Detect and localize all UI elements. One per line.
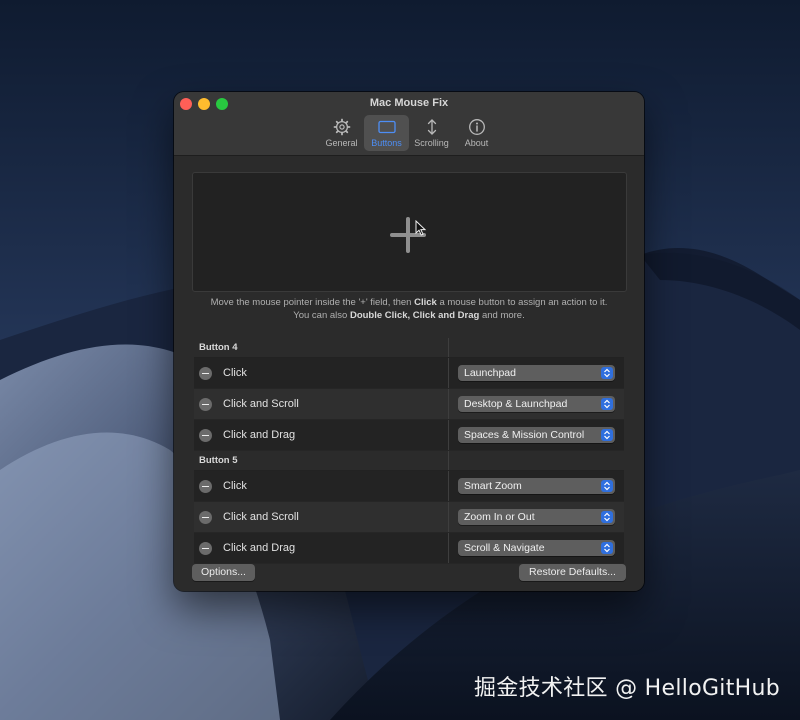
action-popup[interactable]: Launchpad [458,365,615,381]
table-row: Click and Scroll Zoom In or Out [194,502,624,533]
window-toolbar: Mac Mouse Fix General Buttons Scrolling … [174,92,644,156]
gear-icon [333,118,350,136]
options-button[interactable]: Options... [192,564,255,581]
action-popup[interactable]: Smart Zoom [458,478,615,494]
scroll-arrows-icon [427,119,436,135]
remove-icon[interactable] [199,428,212,442]
remove-icon[interactable] [199,479,212,493]
chevron-updown-icon [601,367,613,379]
chevron-updown-icon [601,542,613,554]
tab-buttons[interactable]: Buttons [364,115,409,151]
trigger-label: Click and Drag [223,542,296,554]
tab-label: About [464,138,489,148]
remove-icon[interactable] [199,541,212,555]
restore-defaults-button[interactable]: Restore Defaults... [519,564,626,581]
buttons-pane: Move the mouse pointer inside the '+' fi… [174,156,644,591]
remove-icon[interactable] [199,366,212,380]
action-popup[interactable]: Spaces & Mission Control [458,427,615,443]
group-header: Button 4 [194,338,624,358]
instructions-text: Move the mouse pointer inside the '+' fi… [210,297,608,321]
app-window: Mac Mouse Fix General Buttons Scrolling … [174,92,644,591]
tab-scrolling[interactable]: Scrolling [409,115,454,151]
chevron-updown-icon [601,398,613,410]
trigger-label: Click [223,367,247,379]
tab-label: Scrolling [414,138,449,148]
tab-general[interactable]: General [319,115,364,151]
action-popup[interactable]: Scroll & Navigate [458,540,615,556]
chevron-updown-icon [601,480,613,492]
table-row: Click and Drag Spaces & Mission Control [194,420,624,451]
action-popup[interactable]: Desktop & Launchpad [458,396,615,412]
table-row: Click Launchpad [194,358,624,389]
table-row: Click Smart Zoom [194,471,624,502]
info-icon [468,119,485,135]
window-title: Mac Mouse Fix [369,97,449,109]
group-header: Button 5 [194,451,624,471]
mouse-pointer-icon [415,220,427,236]
table-row: Click and Drag Scroll & Navigate [194,533,624,564]
preference-tabs: General Buttons Scrolling About [319,115,499,151]
tab-label: Buttons [371,138,402,148]
chevron-updown-icon [601,429,613,441]
trigger-label: Click and Scroll [223,511,299,523]
trigger-label: Click [223,480,247,492]
mouse-icon [377,120,396,134]
trigger-label: Click and Scroll [223,398,299,410]
button-actions-table: Button 4 Click Launchpad Click and Scrol… [194,338,624,564]
tab-about[interactable]: About [454,115,499,151]
trigger-label: Click and Drag [223,429,296,441]
action-popup[interactable]: Zoom In or Out [458,509,615,525]
watermark: 掘金技术社区 @ HelloGitHub [474,676,780,701]
remove-icon[interactable] [199,397,212,411]
chevron-updown-icon [601,511,613,523]
add-button-field[interactable] [192,172,627,292]
table-row: Click and Scroll Desktop & Launchpad [194,389,624,420]
remove-icon[interactable] [199,510,212,524]
tab-label: General [325,138,358,148]
